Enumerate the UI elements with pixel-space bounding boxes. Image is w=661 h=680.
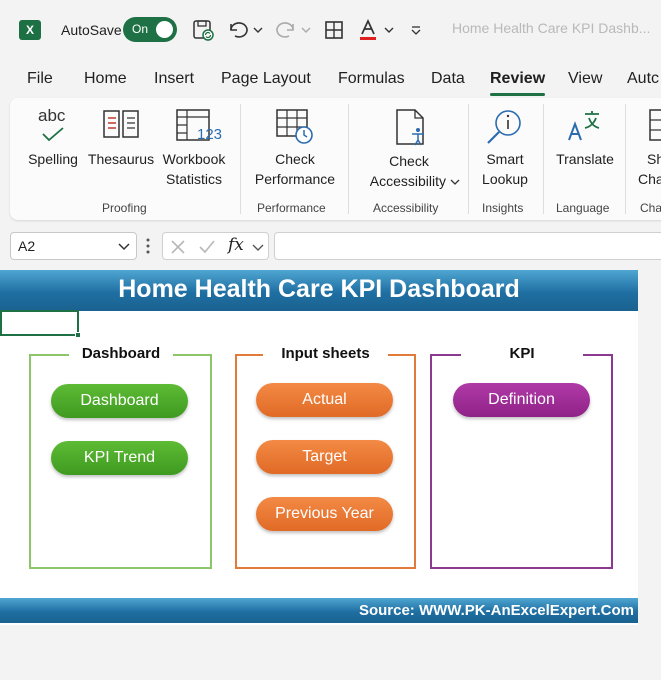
check-performance-icon: [276, 109, 313, 144]
check-performance-line2: Performance: [254, 171, 336, 187]
formula-controls: fx: [162, 232, 269, 260]
document-title: Home Health Care KPI Dashb...: [452, 20, 651, 36]
smart-lookup-icon: [487, 110, 521, 144]
workbook-label-line2: Statistics: [165, 171, 222, 187]
tab-review[interactable]: Review: [490, 70, 545, 88]
tab-automate[interactable]: Autc: [627, 70, 659, 88]
tab-page-layout[interactable]: Page Layout: [221, 70, 311, 88]
chevron-down-icon: [450, 179, 460, 185]
spelling-icon: abc: [38, 106, 66, 125]
accessibility-icon: [396, 109, 424, 146]
definition-button[interactable]: Definition: [453, 383, 590, 417]
spelling-button[interactable]: abc Spelling: [22, 106, 84, 176]
show-changes-icon: [649, 109, 661, 141]
smart-lookup-line2: Lookup: [482, 171, 528, 187]
worksheet: Home Health Care KPI Dashboard Dashboard…: [0, 270, 638, 625]
thesaurus-label: Thesaurus: [87, 151, 155, 167]
toggle-knob: [156, 21, 173, 38]
dashboard-section-title: Dashboard: [69, 345, 173, 362]
previous-year-button[interactable]: Previous Year: [256, 497, 393, 531]
translate-button[interactable]: Translate: [550, 106, 620, 176]
formula-input[interactable]: [274, 232, 661, 260]
group-divider: [348, 104, 349, 214]
kpi-trend-button[interactable]: KPI Trend: [51, 441, 188, 475]
ribbon-tabs: File Home Insert Page Layout Formulas Da…: [0, 62, 661, 96]
excel-logo-icon: X: [19, 20, 41, 40]
translate-label: Translate: [556, 151, 614, 167]
smart-lookup-button[interactable]: Smart Lookup: [474, 106, 536, 188]
chevron-down-icon[interactable]: [252, 242, 264, 252]
insert-function-icon[interactable]: fx: [228, 235, 244, 255]
enter-icon[interactable]: [198, 239, 216, 255]
dashboard-button[interactable]: Dashboard: [51, 384, 188, 418]
autosave-state: On: [132, 22, 149, 36]
check-performance-button[interactable]: Check Performance: [248, 106, 342, 188]
tab-insert[interactable]: Insert: [154, 70, 194, 88]
title-bar: X AutoSave On Home Health Care KPI Dashb…: [0, 0, 661, 60]
input-sheets-section-title: Input sheets: [263, 345, 388, 362]
book-icon: [103, 110, 139, 138]
autosave-label: AutoSave: [61, 22, 122, 38]
group-label-insights: Insights: [482, 201, 524, 215]
check-accessibility-line2: Accessibility: [369, 173, 446, 189]
font-color-icon[interactable]: [356, 17, 380, 43]
show-changes-button[interactable]: Sh Cha: [630, 106, 661, 188]
dashboard-banner: Home Health Care KPI Dashboard: [0, 270, 638, 311]
more-options-icon[interactable]: [145, 236, 151, 256]
tab-home[interactable]: Home: [84, 70, 127, 88]
cancel-icon[interactable]: [170, 239, 186, 255]
group-divider: [625, 104, 626, 214]
undo-chevron-down-icon[interactable]: [251, 17, 265, 43]
check-icon: [42, 127, 64, 142]
fill-handle[interactable]: [75, 332, 81, 338]
tab-data[interactable]: Data: [431, 70, 465, 88]
smart-lookup-line1: Smart: [486, 151, 524, 167]
banner-title: Home Health Care KPI Dashboard: [118, 275, 520, 303]
group-divider: [543, 104, 544, 214]
tab-view[interactable]: View: [568, 70, 602, 88]
group-label-changes: Cha: [640, 201, 661, 215]
check-performance-line1: Check: [275, 151, 315, 167]
active-tab-indicator: [490, 93, 545, 96]
save-icon[interactable]: [190, 17, 216, 43]
chevron-down-icon[interactable]: [118, 239, 130, 253]
show-changes-line1: Sh: [647, 151, 661, 167]
ribbon: abc Spelling Thesaurus 123 Workbook Stat…: [10, 98, 661, 220]
target-button[interactable]: Target: [256, 440, 393, 474]
group-label-proofing: Proofing: [102, 201, 147, 215]
group-divider: [240, 104, 241, 214]
actual-button[interactable]: Actual: [256, 383, 393, 417]
redo-chevron-down-icon[interactable]: [299, 17, 313, 43]
autosave-toggle[interactable]: On: [123, 17, 177, 42]
source-footer: Source: WWW.PK-AnExcelExpert.Com: [0, 598, 638, 623]
group-divider: [468, 104, 469, 214]
check-accessibility-button[interactable]: Check Accessibility: [354, 106, 464, 190]
check-accessibility-line1: Check: [389, 153, 429, 169]
name-box-value: A2: [18, 238, 36, 254]
group-label-accessibility: Accessibility: [373, 201, 439, 215]
undo-icon[interactable]: [226, 17, 250, 43]
redo-icon[interactable]: [274, 17, 298, 43]
selected-cell[interactable]: [0, 310, 79, 336]
show-changes-line2: Cha: [638, 171, 661, 187]
workbook-label-line1: Workbook: [162, 151, 226, 167]
statistics-numbers: 123: [197, 126, 223, 143]
tab-formulas[interactable]: Formulas: [338, 70, 405, 88]
tab-file[interactable]: File: [27, 70, 53, 88]
group-label-language: Language: [556, 201, 610, 215]
group-label-performance: Performance: [257, 201, 326, 215]
name-box[interactable]: A2: [10, 232, 137, 260]
borders-icon[interactable]: [322, 17, 346, 43]
kpi-section-title: KPI: [461, 345, 583, 362]
customize-icon[interactable]: [407, 17, 425, 43]
spelling-label: Spelling: [28, 151, 78, 167]
translate-icon: [568, 111, 600, 141]
font-color-chevron-down-icon[interactable]: [382, 17, 396, 43]
thesaurus-button[interactable]: Thesaurus: [86, 106, 156, 176]
workbook-statistics-button[interactable]: 123 Workbook Statistics: [158, 106, 230, 188]
source-text: Source: WWW.PK-AnExcelExpert.Com: [358, 602, 634, 619]
